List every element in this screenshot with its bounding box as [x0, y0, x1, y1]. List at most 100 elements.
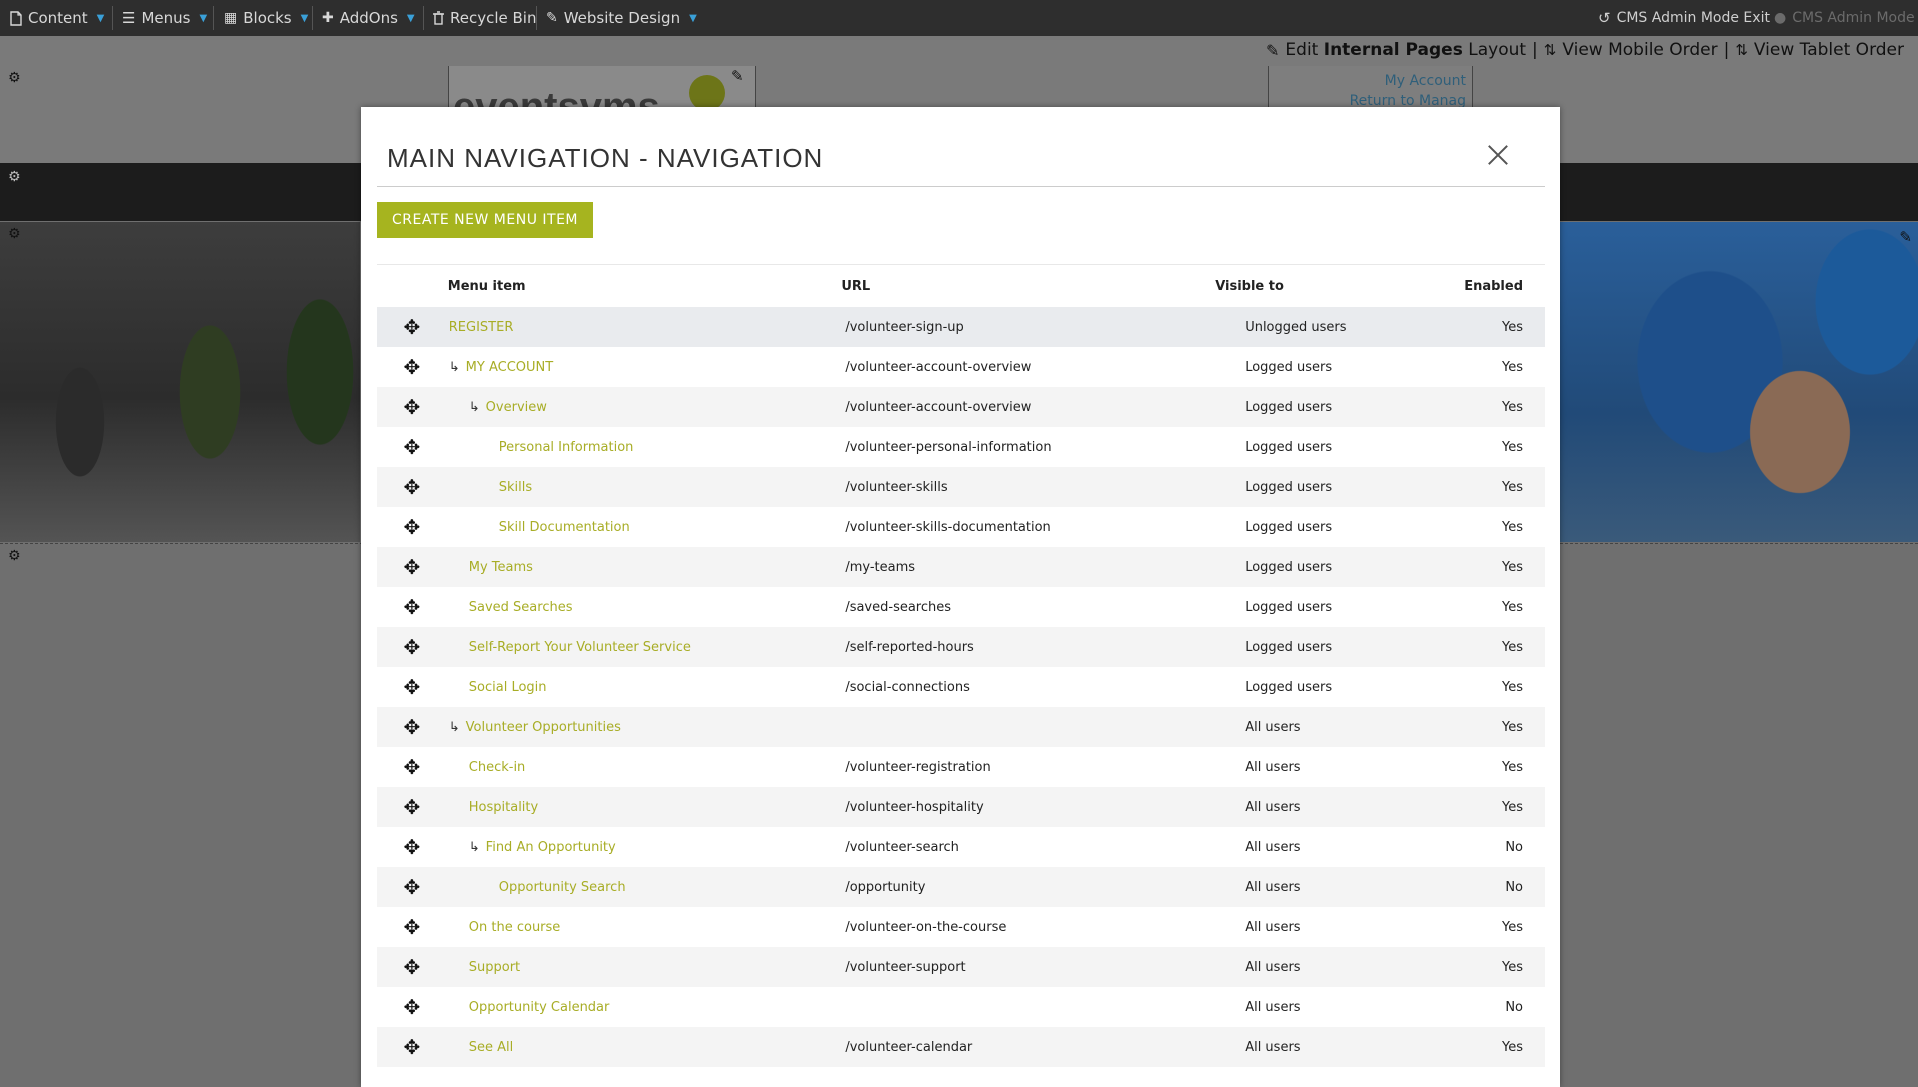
menu-item-link[interactable]: Personal Information	[499, 440, 634, 455]
move-icon[interactable]: ✥	[404, 997, 421, 1017]
create-menu-item-button[interactable]: CREATE NEW MENU ITEM	[377, 202, 593, 238]
table-row[interactable]: ✥ ↳ Find An Opportunity/volunteer-search Al…	[377, 827, 1545, 867]
drag-handle-cell[interactable]: ✥	[377, 667, 447, 707]
table-row[interactable]: ✥ Opportunity Search/opportunity All users…	[377, 867, 1545, 907]
table-row[interactable]: ✥ See All/volunteer-calendar All users Yes	[377, 1027, 1545, 1067]
recycle-bin-link[interactable]: Recycle Bin	[433, 0, 536, 36]
move-icon[interactable]: ✥	[404, 637, 421, 657]
table-row[interactable]: ✥ ↳ MY ACCOUNT/volunteer-account-overview L…	[377, 347, 1545, 387]
move-icon[interactable]: ✥	[404, 557, 421, 577]
table-row[interactable]: ✥ Skill Documentation/volunteer-skills-do…	[377, 507, 1545, 547]
table-row[interactable]: ✥ ↳ Overview/volunteer-account-overview Log…	[377, 387, 1545, 427]
table-row[interactable]: ✥ Hospitality/volunteer-hospitality All us…	[377, 787, 1545, 827]
content-menu[interactable]: Content ▼	[10, 0, 104, 36]
drag-handle-cell[interactable]: ✥	[377, 307, 447, 347]
view-mobile-order-link[interactable]: View Mobile Order	[1562, 40, 1717, 60]
gear-icon[interactable]: ⚙	[8, 71, 21, 85]
addons-menu[interactable]: ✚ AddOns ▼	[322, 0, 415, 36]
edit-icon[interactable]: ✎	[1899, 228, 1912, 246]
table-row[interactable]: ✥ My Teams/my-teams Logged users Yes	[377, 547, 1545, 587]
drag-handle-cell[interactable]: ✥	[377, 427, 447, 467]
drag-handle-cell[interactable]: ✥	[377, 707, 447, 747]
move-icon[interactable]: ✥	[404, 477, 421, 497]
menu-item-link[interactable]: Skill Documentation	[499, 520, 630, 535]
menu-item-link[interactable]: Hospitality	[469, 800, 538, 815]
move-icon[interactable]: ✥	[404, 757, 421, 777]
menu-item-link[interactable]: My Teams	[469, 560, 533, 575]
table-row[interactable]: ✥ Self-Report Your Volunteer Service/self…	[377, 627, 1545, 667]
move-icon[interactable]: ✥	[404, 317, 421, 337]
move-icon[interactable]: ✥	[404, 357, 421, 377]
drag-handle-cell[interactable]: ✥	[377, 467, 447, 507]
move-icon[interactable]: ✥	[404, 837, 421, 857]
table-row[interactable]: ✥ Opportunity Calendar All users No	[377, 987, 1545, 1027]
move-icon[interactable]: ✥	[404, 917, 421, 937]
table-row[interactable]: ✥ REGISTER/volunteer-sign-up Unlogged user…	[377, 307, 1545, 347]
edit-icon[interactable]: ✎	[731, 67, 744, 85]
drag-handle-cell[interactable]: ✥	[377, 507, 447, 547]
table-row[interactable]: ✥ Check-in/volunteer-registration All user…	[377, 747, 1545, 787]
gear-icon[interactable]: ⚙	[8, 170, 21, 184]
drag-handle-cell[interactable]: ✥	[377, 787, 447, 827]
drag-handle-cell[interactable]: ✥	[377, 347, 447, 387]
menu-item-link[interactable]: Support	[469, 960, 520, 975]
close-icon[interactable]	[1484, 141, 1512, 169]
menu-item-link[interactable]: REGISTER	[449, 320, 514, 335]
table-row[interactable]: ✥ On the course/volunteer-on-the-course Al…	[377, 907, 1545, 947]
drag-handle-cell[interactable]: ✥	[377, 587, 447, 627]
admin-mode-user[interactable]: ● CMS Admin Mode	[1774, 0, 1915, 36]
move-icon[interactable]: ✥	[404, 397, 421, 417]
table-row[interactable]: ✥ Personal Information/volunteer-personal…	[377, 427, 1545, 467]
menu-item-link[interactable]: Social Login	[469, 680, 547, 695]
menu-item-enabled: Yes	[1462, 627, 1545, 667]
drag-handle-cell[interactable]: ✥	[377, 627, 447, 667]
website-design-menu[interactable]: ✎ Website Design ▼	[546, 0, 697, 36]
menu-item-link[interactable]: On the course	[469, 920, 561, 935]
move-icon[interactable]: ✥	[404, 677, 421, 697]
drag-handle-cell[interactable]: ✥	[377, 387, 447, 427]
move-icon[interactable]: ✥	[404, 1037, 421, 1057]
blocks-menu[interactable]: ▦ Blocks ▼	[224, 0, 308, 36]
menu-item-link[interactable]: Opportunity Search	[499, 880, 626, 895]
table-row[interactable]: ✥ Skills/volunteer-skills Logged users Yes	[377, 467, 1545, 507]
move-icon[interactable]: ✥	[404, 957, 421, 977]
list-icon: ☰	[122, 9, 136, 27]
menu-item-link[interactable]: Volunteer Opportunities	[466, 720, 621, 735]
move-icon[interactable]: ✥	[404, 717, 421, 737]
table-row[interactable]: ✥ ↳ Volunteer Opportunities All users Yes	[377, 707, 1545, 747]
menu-item-link[interactable]: Saved Searches	[469, 600, 573, 615]
menu-item-link[interactable]: See All	[469, 1040, 514, 1055]
menu-item-visibility: Logged users	[1215, 627, 1463, 667]
table-row[interactable]: ✥ Support/volunteer-support All users Yes	[377, 947, 1545, 987]
menu-item-link[interactable]: Skills	[499, 480, 532, 495]
table-row[interactable]: ✥ Saved Searches/saved-searches Logged use…	[377, 587, 1545, 627]
view-tablet-order-link[interactable]: View Tablet Order	[1754, 40, 1904, 60]
drag-handle-cell[interactable]: ✥	[377, 867, 447, 907]
menu-item-enabled: Yes	[1462, 347, 1545, 387]
gear-icon[interactable]: ⚙	[8, 227, 21, 241]
drag-handle-cell[interactable]: ✥	[377, 827, 447, 867]
my-account-link[interactable]: My Account	[1385, 73, 1466, 89]
move-icon[interactable]: ✥	[404, 877, 421, 897]
drag-handle-cell[interactable]: ✥	[377, 987, 447, 1027]
move-icon[interactable]: ✥	[404, 437, 421, 457]
drag-handle-cell[interactable]: ✥	[377, 747, 447, 787]
edit-layout-link[interactable]: Edit Internal Pages Layout	[1285, 40, 1526, 60]
drag-handle-cell[interactable]: ✥	[377, 907, 447, 947]
table-row[interactable]: ✥ Social Login/social-connections Logged u…	[377, 667, 1545, 707]
drag-handle-cell[interactable]: ✥	[377, 1027, 447, 1067]
gear-icon[interactable]: ⚙	[8, 549, 21, 563]
move-icon[interactable]: ✥	[404, 797, 421, 817]
menu-item-link[interactable]: Self-Report Your Volunteer Service	[469, 640, 691, 655]
drag-handle-cell[interactable]: ✥	[377, 947, 447, 987]
move-icon[interactable]: ✥	[404, 517, 421, 537]
move-icon[interactable]: ✥	[404, 597, 421, 617]
menu-item-link[interactable]: Opportunity Calendar	[469, 1000, 610, 1015]
menu-item-link[interactable]: Overview	[486, 400, 547, 415]
drag-handle-cell[interactable]: ✥	[377, 547, 447, 587]
menu-item-link[interactable]: MY ACCOUNT	[466, 360, 554, 375]
menu-item-link[interactable]: Check-in	[469, 760, 526, 775]
menu-item-link[interactable]: Find An Opportunity	[486, 840, 616, 855]
menus-menu[interactable]: ☰ Menus ▼	[122, 0, 207, 36]
admin-mode-exit-link[interactable]: ↺ CMS Admin Mode Exit	[1598, 0, 1770, 36]
